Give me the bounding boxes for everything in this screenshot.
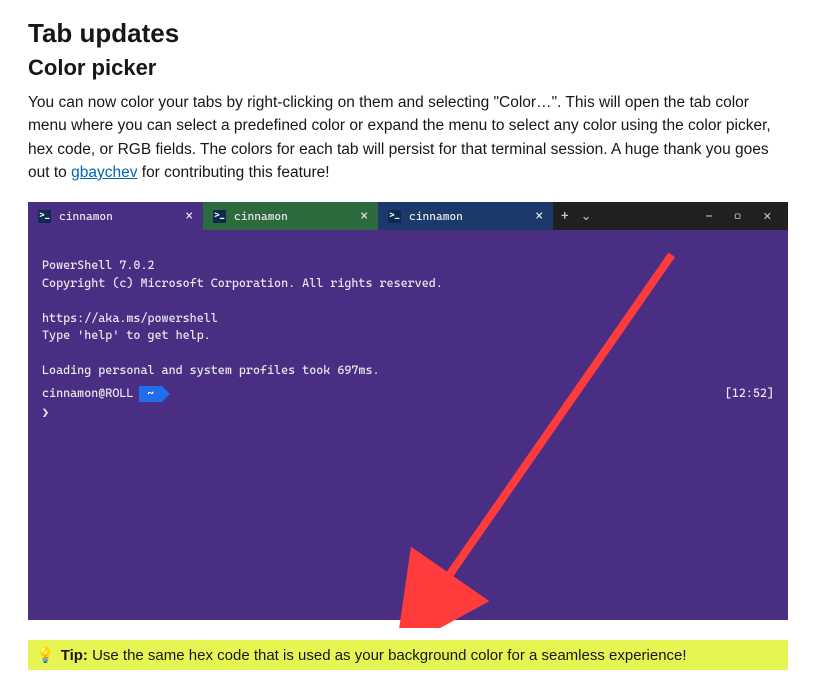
powershell-icon: >_: [213, 210, 226, 223]
terminal-line: Type 'help' to get help.: [42, 328, 211, 342]
terminal-line: PowerShell 7.0.2: [42, 258, 155, 272]
tip-text: Use the same hex code that is used as yo…: [88, 647, 687, 664]
terminal-body: PowerShell 7.0.2 Copyright (c) Microsoft…: [28, 230, 788, 620]
close-icon[interactable]: ×: [535, 209, 543, 224]
tip-callout: 💡 Tip: Use the same hex code that is use…: [28, 640, 788, 670]
minimize-button[interactable]: —: [706, 210, 712, 223]
terminal-tabbar: >_ cinnamon × >_ cinnamon × >_ cinnamon …: [28, 202, 788, 230]
tip-label: Tip:: [61, 647, 88, 664]
terminal-line: Copyright (c) Microsoft Corporation. All…: [42, 276, 443, 290]
tab-dropdown-icon[interactable]: ⌄: [581, 209, 592, 224]
prompt-caret: ❯: [42, 405, 774, 422]
terminal-line: Loading personal and system profiles too…: [42, 363, 380, 377]
intro-paragraph: You can now color your tabs by right-cli…: [28, 91, 791, 184]
terminal-line: https://aka.ms/powershell: [42, 311, 218, 325]
section-heading-tab-updates: Tab updates: [28, 18, 791, 49]
close-icon[interactable]: ×: [185, 209, 193, 224]
close-window-button[interactable]: ✕: [763, 210, 772, 223]
tab-title: cinnamon: [409, 209, 527, 223]
powershell-icon: >_: [388, 210, 401, 223]
prompt-row: cinnamon@ROLL ~ [12:52]: [42, 385, 774, 402]
section-heading-color-picker: Color picker: [28, 55, 791, 81]
contributor-link[interactable]: gbaychev: [71, 164, 137, 181]
terminal-screenshot: >_ cinnamon × >_ cinnamon × >_ cinnamon …: [28, 202, 788, 620]
terminal-tab-2[interactable]: >_ cinnamon ×: [203, 202, 378, 230]
prompt-time: [12:52]: [725, 385, 774, 402]
tab-title: cinnamon: [234, 209, 352, 223]
tab-title: cinnamon: [59, 209, 177, 223]
maximize-button[interactable]: ▢: [734, 210, 740, 223]
intro-text-post: for contributing this feature!: [137, 164, 329, 181]
terminal-tab-3[interactable]: >_ cinnamon ×: [378, 202, 553, 230]
new-tab-button[interactable]: +: [561, 209, 569, 224]
powershell-icon: >_: [38, 210, 51, 223]
prompt-host: cinnamon@ROLL: [42, 385, 133, 402]
lightbulb-icon: 💡: [36, 646, 55, 664]
terminal-tab-1[interactable]: >_ cinnamon ×: [28, 202, 203, 230]
close-icon[interactable]: ×: [360, 209, 368, 224]
prompt-path-segment: ~: [139, 386, 161, 402]
